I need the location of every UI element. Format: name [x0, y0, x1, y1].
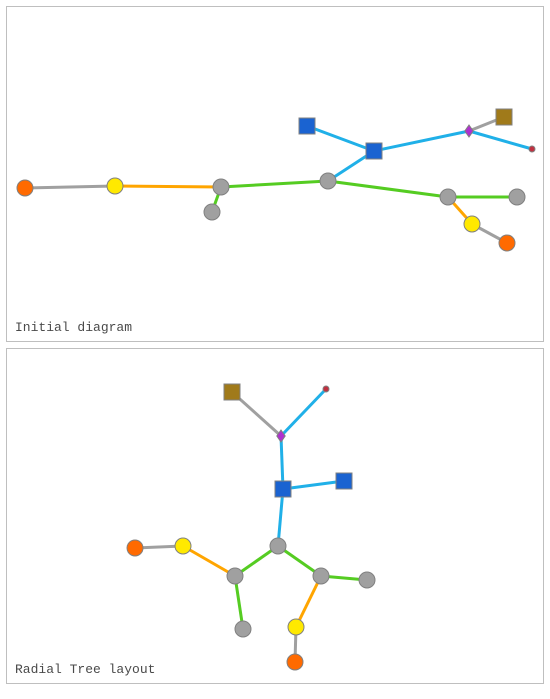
radial-tree-svg [7, 349, 545, 685]
node-circle-yellow [175, 538, 191, 554]
node-circle-orange [17, 180, 33, 196]
node-circle-gray [509, 189, 525, 205]
edge-cyan [281, 389, 326, 436]
edge-cyan [469, 131, 532, 149]
node-circle-orange [287, 654, 303, 670]
edge-cyan [278, 489, 283, 546]
node-tiny-red [529, 146, 535, 152]
node-square-brown [496, 109, 512, 125]
edge-orange [296, 576, 321, 627]
panel-radial-tree: Radial Tree layout [6, 348, 544, 684]
node-circle-yellow [464, 216, 480, 232]
node-circle-gray [204, 204, 220, 220]
node-circle-gray [313, 568, 329, 584]
node-square-blue [336, 473, 352, 489]
edge-green [221, 181, 328, 187]
node-square-blue [299, 118, 315, 134]
node-circle-gray [227, 568, 243, 584]
node-circle-orange [127, 540, 143, 556]
edge-green [328, 181, 448, 197]
node-circle-gray [359, 572, 375, 588]
node-tiny-red [323, 386, 329, 392]
initial-diagram-svg [7, 7, 545, 343]
panel-initial-diagram: Initial diagram [6, 6, 544, 342]
node-square-blue [275, 481, 291, 497]
node-circle-gray [270, 538, 286, 554]
node-circle-gray [235, 621, 251, 637]
node-diamond-purple [465, 125, 473, 137]
edge-orange [183, 546, 235, 576]
node-circle-gray [213, 179, 229, 195]
node-circle-gray [440, 189, 456, 205]
node-circle-orange [499, 235, 515, 251]
edge-cyan [374, 131, 469, 151]
edge-orange [115, 186, 221, 187]
diagram-comparison: Initial diagram Radial Tree layout [0, 6, 550, 684]
node-circle-gray [320, 173, 336, 189]
node-square-blue [366, 143, 382, 159]
edge-cyan [283, 481, 344, 489]
edge-cyan [307, 126, 374, 151]
node-circle-yellow [107, 178, 123, 194]
node-square-brown [224, 384, 240, 400]
edge-gray [25, 186, 115, 188]
node-circle-yellow [288, 619, 304, 635]
